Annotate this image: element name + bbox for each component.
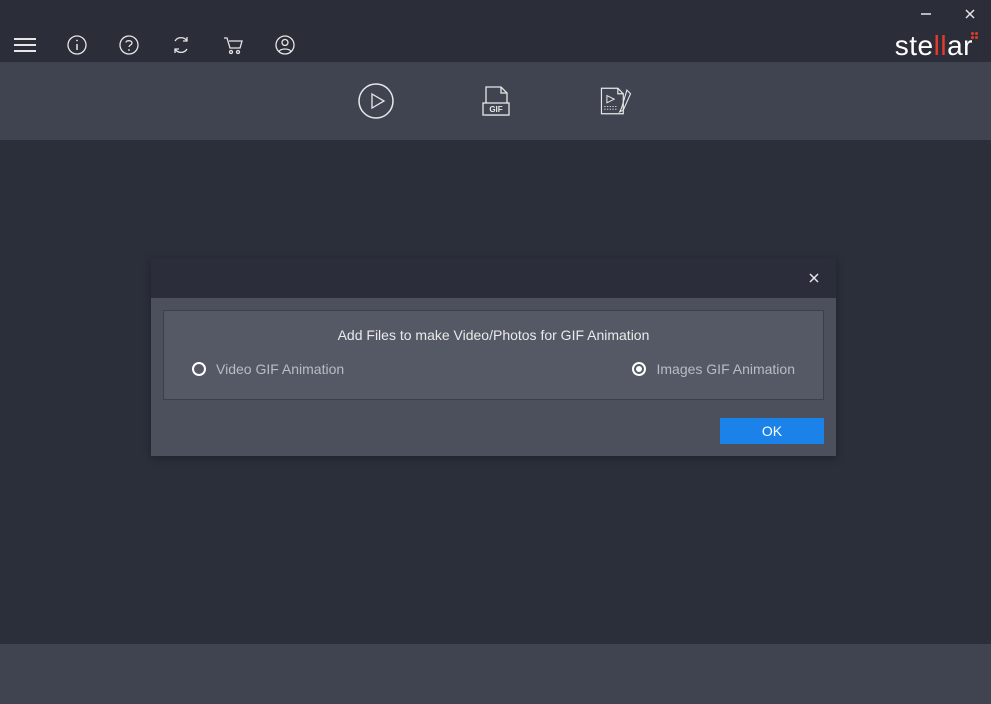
option-images-label: Images GIF Animation bbox=[656, 361, 795, 377]
option-video-label: Video GIF Animation bbox=[216, 361, 344, 377]
mode-edit-button[interactable] bbox=[596, 81, 636, 121]
gif-source-dialog: Add Files to make Video/Photos for GIF A… bbox=[151, 258, 836, 456]
brand-text-accent: ll bbox=[934, 30, 947, 61]
svg-text:GIF: GIF bbox=[489, 105, 502, 114]
dialog-header bbox=[151, 258, 836, 298]
window-titlebar bbox=[0, 0, 991, 28]
cart-icon[interactable] bbox=[220, 32, 246, 58]
mode-strip: GIF bbox=[0, 62, 991, 140]
dialog-close-button[interactable] bbox=[804, 268, 824, 288]
dialog-options: Video GIF Animation Images GIF Animation bbox=[186, 361, 801, 377]
window-close-button[interactable] bbox=[955, 0, 985, 28]
mode-play-button[interactable] bbox=[356, 81, 396, 121]
brand-logo: stellar bbox=[895, 30, 977, 62]
radio-icon bbox=[192, 362, 206, 376]
brand-text-pre: ste bbox=[895, 30, 934, 61]
brand-dots-icon bbox=[971, 30, 977, 52]
help-icon[interactable] bbox=[116, 32, 142, 58]
mode-gif-button[interactable]: GIF bbox=[476, 81, 516, 121]
option-video-gif[interactable]: Video GIF Animation bbox=[192, 361, 344, 377]
option-images-gif[interactable]: Images GIF Animation bbox=[632, 361, 795, 377]
hamburger-menu-icon[interactable] bbox=[12, 32, 38, 58]
window-minimize-button[interactable] bbox=[911, 0, 941, 28]
user-icon[interactable] bbox=[272, 32, 298, 58]
dialog-frame: Add Files to make Video/Photos for GIF A… bbox=[163, 310, 824, 400]
info-icon[interactable] bbox=[64, 32, 90, 58]
refresh-icon[interactable] bbox=[168, 32, 194, 58]
top-toolbar: stellar bbox=[0, 28, 991, 62]
bottom-bar bbox=[0, 644, 991, 704]
ok-button[interactable]: OK bbox=[720, 418, 824, 444]
radio-icon bbox=[632, 362, 646, 376]
dialog-body: Add Files to make Video/Photos for GIF A… bbox=[151, 298, 836, 412]
brand-text-post: ar bbox=[947, 30, 973, 61]
dialog-title: Add Files to make Video/Photos for GIF A… bbox=[186, 327, 801, 343]
dialog-actions: OK bbox=[151, 412, 836, 456]
